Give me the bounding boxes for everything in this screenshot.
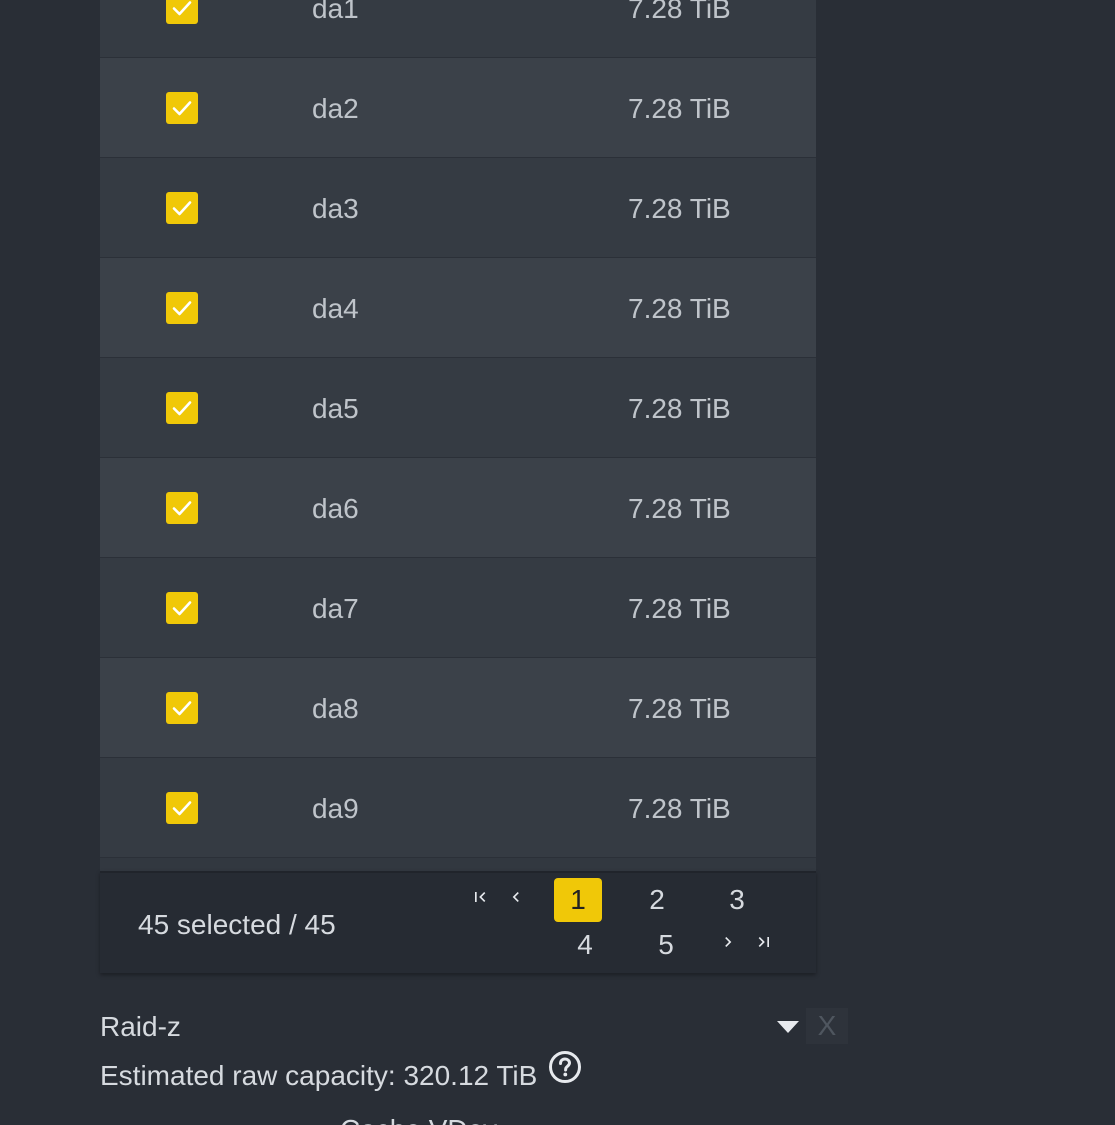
selected-count: 45 selected / 45 (138, 909, 336, 940)
disk-size: 7.28 TiB (628, 93, 731, 124)
table-row[interactable]: da8 7.28 TiB (100, 658, 816, 758)
table-spacer (100, 858, 816, 871)
row-checkbox[interactable] (166, 592, 198, 624)
disk-size: 7.28 TiB (628, 293, 731, 324)
row-checkbox[interactable] (166, 292, 198, 324)
table-row[interactable]: da4 7.28 TiB (100, 258, 816, 358)
clear-button[interactable]: X (806, 1008, 848, 1044)
checkmark-icon (172, 1, 192, 16)
table-row[interactable]: da5 7.28 TiB (100, 358, 816, 458)
page-3-button[interactable]: 3 (713, 878, 761, 922)
disk-size: 7.28 TiB (628, 393, 731, 424)
last-page-icon (758, 937, 769, 947)
row-checkbox[interactable] (166, 92, 198, 124)
cache-vdev-heading: Cache VDev (340, 1114, 497, 1125)
disk-size: 7.28 TiB (628, 193, 731, 224)
row-checkbox[interactable] (166, 492, 198, 524)
row-checkbox[interactable] (166, 392, 198, 424)
page: da1 7.28 TiB da2 7.28 TiB da3 7.28 TiB d… (0, 0, 1115, 1125)
row-checkbox[interactable] (166, 192, 198, 224)
vdev-layout-select[interactable]: Raid-z (100, 1008, 800, 1044)
disk-name: da9 (312, 793, 359, 824)
disk-size: 7.28 TiB (628, 0, 731, 24)
page-4-button[interactable]: 4 (561, 923, 609, 967)
disk-name: da6 (312, 493, 359, 524)
page-5-button[interactable]: 5 (642, 923, 690, 967)
page-2-button[interactable]: 2 (633, 878, 681, 922)
disk-name: da4 (312, 293, 359, 324)
checkmark-icon (172, 301, 192, 316)
table-row[interactable]: da9 7.28 TiB (100, 758, 816, 858)
disk-size: 7.28 TiB (628, 493, 731, 524)
disk-size: 7.28 TiB (628, 793, 731, 824)
disk-table: da1 7.28 TiB da2 7.28 TiB da3 7.28 TiB d… (100, 0, 816, 871)
checkmark-icon (172, 501, 192, 516)
chevron-left-icon (512, 892, 519, 902)
disk-size: 7.28 TiB (628, 693, 731, 724)
first-page-icon (475, 892, 486, 902)
prev-page-button[interactable] (502, 883, 530, 911)
vdev-layout-value: Raid-z (100, 1011, 181, 1042)
checkmark-icon (172, 701, 192, 716)
table-row[interactable]: da6 7.28 TiB (100, 458, 816, 558)
caret-down-icon (777, 1020, 799, 1034)
table-row[interactable]: da7 7.28 TiB (100, 558, 816, 658)
first-page-button[interactable] (466, 883, 494, 911)
page-1-button[interactable]: 1 (554, 878, 602, 922)
disk-name: da2 (312, 93, 359, 124)
checkmark-icon (172, 201, 192, 216)
checkmark-icon (172, 101, 192, 116)
checkmark-icon (172, 801, 192, 816)
table-row[interactable]: da2 7.28 TiB (100, 58, 816, 158)
last-page-button[interactable] (750, 928, 778, 956)
estimated-capacity: Estimated raw capacity: 320.12 TiB (100, 1060, 538, 1091)
disk-size: 7.28 TiB (628, 593, 731, 624)
row-checkbox[interactable] (166, 692, 198, 724)
disk-name: da8 (312, 693, 359, 724)
table-footer: 45 selected / 45 1 2 3 4 5 (100, 871, 816, 973)
help-circle-icon[interactable] (548, 1050, 582, 1084)
disk-name: da5 (312, 393, 359, 424)
checkmark-icon (172, 401, 192, 416)
table-row[interactable]: da3 7.28 TiB (100, 158, 816, 258)
disk-name: da1 (312, 0, 359, 24)
checkmark-icon (172, 601, 192, 616)
next-page-button[interactable] (714, 928, 742, 956)
disk-name: da7 (312, 593, 359, 624)
row-checkbox[interactable] (166, 0, 198, 24)
row-checkbox[interactable] (166, 792, 198, 824)
table-row[interactable]: da1 7.28 TiB (100, 0, 816, 58)
chevron-right-icon (725, 937, 732, 947)
disk-name: da3 (312, 193, 359, 224)
